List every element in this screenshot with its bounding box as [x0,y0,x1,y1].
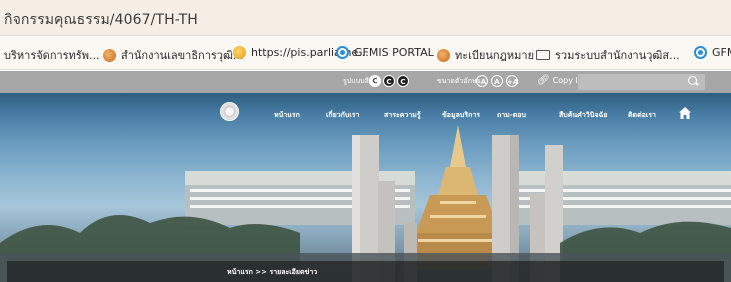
breadcrumb-bar: หน้าแรก >> รายละเอียดข่าว [7,261,724,282]
link-icon: 🔗︎ [537,75,550,86]
nav-item-about[interactable]: เกี่ยวกับเรา [326,110,359,121]
nav-item-contact[interactable]: ติดต่อเรา [628,110,656,121]
bookmark-label: รวมระบบสำนักงานวุฒิส... [555,49,680,62]
bookmark-label: GFM [712,46,731,59]
yellow-circle-icon [233,46,246,59]
bookmark-item[interactable]: GFM [694,46,731,59]
main-nav: หน้าแรก เกี่ยวกับเรา สาระความรู้ ข้อมูลบ… [0,93,731,125]
font-normal-button[interactable]: A [491,75,503,87]
fontsize-label: ขนาดตัวอักษร [437,77,481,85]
bookmark-item[interactable]: บริหารจัดการทรัพ... [4,46,99,64]
gfmis-icon [694,46,707,59]
url-text[interactable]: กิจกรรมคุณธรรม/4067/TH-TH [4,9,198,31]
nav-item-faq[interactable]: ถาม-ตอบ [497,110,526,121]
site-search[interactable] [578,74,705,91]
font-decrease-button[interactable]: -A [476,75,488,87]
breadcrumb[interactable]: หน้าแรก >> รายละเอียดข่าว [227,267,317,278]
site-logo[interactable] [220,102,239,121]
address-bar[interactable]: กิจกรรมคุณธรรม/4067/TH-TH [0,0,731,36]
nav-item-rulings[interactable]: สืบค้นคำวินิจฉัย [559,110,607,121]
font-increase-button[interactable]: +A [506,75,518,87]
orange-circle-icon [103,48,116,62]
bookmark-item[interactable]: GFMIS PORTAL [336,46,434,59]
bookmark-item[interactable]: สำนักงานเลขาธิการวุฒิ... [103,46,243,64]
theme-contrast-button[interactable]: C [397,75,409,87]
bookmark-label: GFMIS PORTAL [354,46,434,59]
folder-icon [536,50,550,60]
theme-label: รูปแบบสี [343,77,369,85]
bookmark-label: บริหารจัดการทรัพ... [4,49,100,62]
nav-item-services[interactable]: ข้อมูลบริการ [442,110,480,121]
search-input[interactable] [582,75,686,91]
bookmark-label: สำนักงานเลขาธิการวุฒิ... [121,49,244,62]
bookmarks-bar: บริหารจัดการทรัพ... สำนักงานเลขาธิการวุฒ… [0,37,731,70]
hero-banner: หน้าแรก เกี่ยวกับเรา สาระความรู้ ข้อมูลบ… [0,93,731,282]
bookmark-item[interactable]: รวมระบบสำนักงานวุฒิส... [536,46,680,64]
nav-item-knowledge[interactable]: สาระความรู้ [384,110,421,121]
orange-circle-icon [437,48,450,62]
nav-item-home[interactable]: หน้าแรก [274,110,300,121]
theme-dark-button[interactable]: C [383,75,395,87]
search-icon[interactable] [688,76,697,85]
site-topbar: รูปแบบสี C C C ขนาดตัวอักษร -A A +A 🔗︎ C… [0,71,731,93]
bookmark-item[interactable]: ทะเบียนกฎหมาย [437,46,534,64]
theme-light-button[interactable]: C [369,75,381,87]
gfmis-icon [336,46,349,59]
home-icon[interactable] [678,106,692,120]
bookmark-label: ทะเบียนกฎหมาย [455,49,535,62]
